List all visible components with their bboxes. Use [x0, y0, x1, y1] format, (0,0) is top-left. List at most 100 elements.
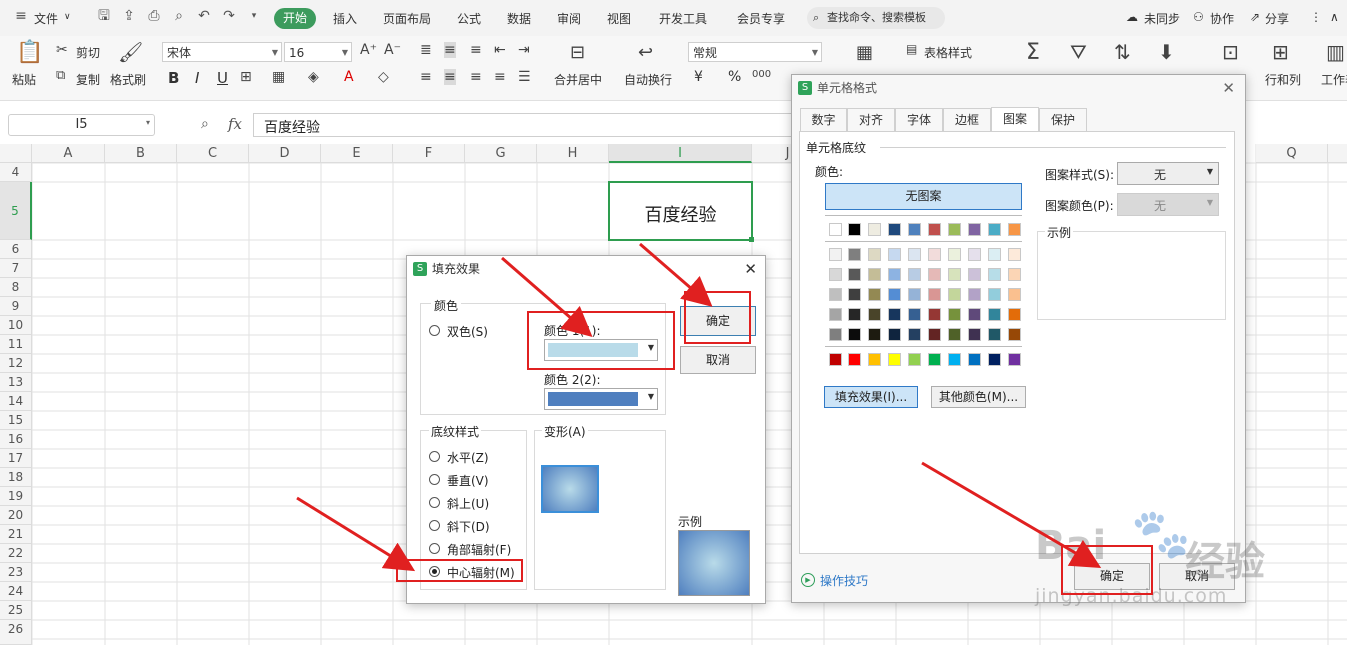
file-menu[interactable]: 文件: [34, 10, 58, 27]
color-swatch[interactable]: [848, 248, 861, 261]
sort-icon[interactable]: ⇅: [1114, 40, 1131, 64]
fill-dialog-titlebar[interactable]: S 填充效果 ✕: [407, 256, 765, 282]
export-icon[interactable]: ⇪: [120, 7, 138, 25]
close-icon[interactable]: ✕: [1222, 75, 1235, 101]
style-corner-radio[interactable]: [429, 543, 440, 554]
color-swatch[interactable]: [948, 288, 961, 301]
merge-icon[interactable]: ⊟: [570, 42, 585, 63]
row-header-4[interactable]: 4: [0, 163, 32, 182]
table-style-button[interactable]: 表格样式: [924, 44, 972, 61]
color-swatch[interactable]: [948, 353, 961, 366]
collapse-icon[interactable]: ∧: [1330, 10, 1339, 24]
cells-icon[interactable]: ⊡: [1222, 40, 1239, 64]
indent-right-icon[interactable]: ⇥: [518, 42, 530, 58]
color-swatch[interactable]: [868, 288, 881, 301]
color-swatch[interactable]: [829, 328, 842, 341]
color-swatch[interactable]: [988, 328, 1001, 341]
italic-button[interactable]: I: [195, 69, 199, 87]
bold-button[interactable]: B: [168, 69, 179, 87]
column-header-g[interactable]: G: [465, 144, 537, 163]
color-swatch[interactable]: [928, 223, 941, 236]
font-size-select[interactable]: 16 ▼: [284, 42, 352, 62]
column-header-a[interactable]: A: [32, 144, 105, 163]
color-swatch[interactable]: [829, 288, 842, 301]
color-swatch[interactable]: [908, 223, 921, 236]
active-cell[interactable]: 百度经验: [608, 181, 753, 241]
column-header-i[interactable]: I: [609, 144, 752, 163]
row-header-21[interactable]: 21: [0, 525, 32, 544]
row-header-16[interactable]: 16: [0, 430, 32, 449]
filter-icon[interactable]: ⛛: [1070, 40, 1087, 64]
font-grow-icon[interactable]: A⁺: [360, 42, 377, 58]
tips-link[interactable]: 操作技巧: [820, 572, 868, 589]
column-header-d[interactable]: D: [249, 144, 321, 163]
color-swatch[interactable]: [868, 328, 881, 341]
collab-button[interactable]: 协作: [1210, 10, 1234, 27]
color-swatch[interactable]: [928, 248, 941, 261]
format-dialog-titlebar[interactable]: S 单元格格式 ✕: [792, 75, 1245, 101]
undo-icon[interactable]: ↶: [195, 7, 213, 25]
color-swatch[interactable]: [988, 288, 1001, 301]
clear-format-icon[interactable]: ◇: [378, 69, 389, 85]
align-left-icon[interactable]: ≡: [420, 69, 432, 85]
color-swatch[interactable]: [868, 268, 881, 281]
font-name-select[interactable]: 宋体 ▼: [162, 42, 282, 62]
justify-icon[interactable]: ≡: [494, 69, 506, 85]
row-header-26[interactable]: 26: [0, 620, 32, 645]
color-swatch[interactable]: [1008, 353, 1021, 366]
color-swatch[interactable]: [968, 223, 981, 236]
indent-left-icon[interactable]: ⇤: [494, 42, 506, 58]
color2-select[interactable]: ▼: [544, 388, 658, 410]
color-swatch[interactable]: [948, 248, 961, 261]
color-swatch[interactable]: [1008, 308, 1021, 321]
color-swatch[interactable]: [968, 328, 981, 341]
tab-number[interactable]: 数字: [800, 108, 847, 131]
color-swatch[interactable]: [968, 288, 981, 301]
color-swatch[interactable]: [1008, 328, 1021, 341]
tab-pattern[interactable]: 图案: [991, 107, 1039, 132]
color-swatch[interactable]: [908, 328, 921, 341]
color-swatch[interactable]: [868, 353, 881, 366]
column-header-r[interactable]: [1328, 144, 1347, 163]
paste-button[interactable]: 粘贴: [12, 71, 36, 88]
print-preview-icon[interactable]: ⌕: [170, 7, 188, 25]
fill-icon[interactable]: ⬇: [1158, 40, 1175, 64]
column-header-q[interactable]: Q: [1256, 144, 1328, 163]
align-center-icon[interactable]: ≡: [444, 69, 456, 85]
rows-cols-icon[interactable]: ⊞: [1272, 40, 1289, 64]
row-header-15[interactable]: 15: [0, 411, 32, 430]
row-header-14[interactable]: 14: [0, 392, 32, 411]
color-swatch[interactable]: [968, 248, 981, 261]
number-format-select[interactable]: 常规 ▼: [688, 42, 822, 62]
conditional-format-icon[interactable]: ▦: [856, 42, 873, 63]
two-color-radio[interactable]: [429, 325, 440, 336]
format-painter-icon[interactable]: 🖌: [118, 40, 143, 64]
style-vertical-radio[interactable]: [429, 474, 440, 485]
scissors-icon[interactable]: ✂: [56, 42, 68, 58]
color-swatch[interactable]: [888, 308, 901, 321]
currency-button[interactable]: ¥: [694, 69, 703, 85]
color-swatch[interactable]: [908, 268, 921, 281]
tab-member[interactable]: 会员专享: [737, 10, 785, 27]
color-swatch[interactable]: [888, 353, 901, 366]
color-swatch[interactable]: [988, 223, 1001, 236]
merge-center-button[interactable]: 合并居中: [554, 71, 602, 88]
color-swatch[interactable]: [829, 248, 842, 261]
paste-icon[interactable]: 📋: [16, 40, 43, 65]
color-swatch[interactable]: [988, 248, 1001, 261]
copy-icon[interactable]: ⧉: [56, 68, 65, 83]
color-swatch[interactable]: [829, 268, 842, 281]
column-header-b[interactable]: B: [105, 144, 177, 163]
tab-view[interactable]: 视图: [607, 10, 631, 27]
more-colors-button[interactable]: 其他颜色(M)...: [931, 386, 1026, 408]
color-swatch[interactable]: [968, 353, 981, 366]
format-painter-button[interactable]: 格式刷: [110, 71, 146, 88]
color-swatch[interactable]: [928, 288, 941, 301]
color-swatch[interactable]: [848, 328, 861, 341]
rows-cols-button[interactable]: 行和列: [1265, 71, 1301, 88]
fill-handle[interactable]: [749, 237, 754, 242]
style-diag-down-radio[interactable]: [429, 520, 440, 531]
row-header-7[interactable]: 7: [0, 259, 32, 278]
tab-developer[interactable]: 开发工具: [659, 10, 707, 27]
worksheet-button[interactable]: 工作表: [1321, 71, 1347, 88]
